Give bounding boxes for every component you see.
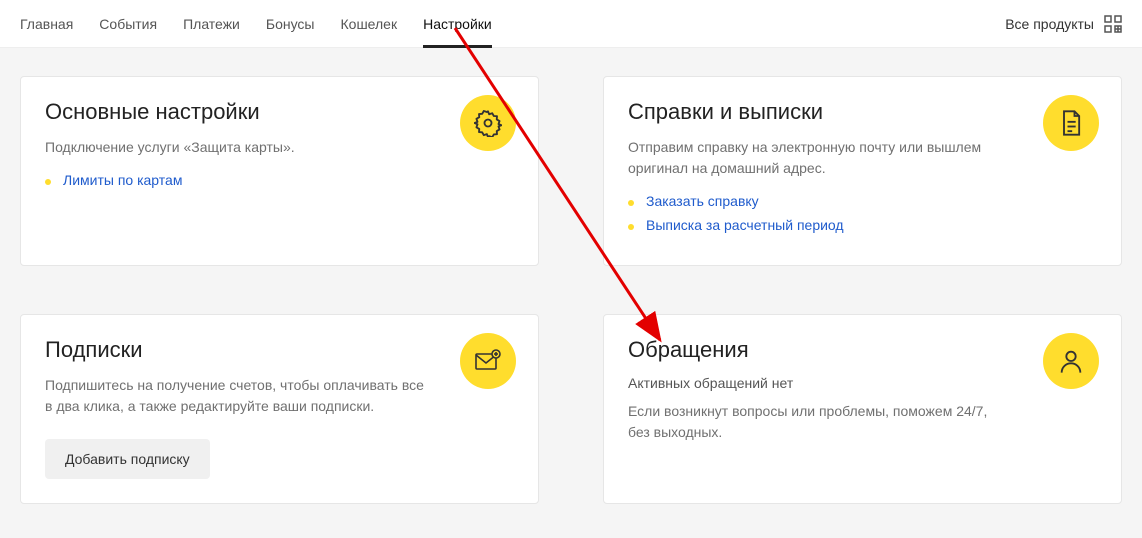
tab-main[interactable]: Главная	[20, 0, 73, 47]
all-products-link[interactable]: Все продукты	[1005, 15, 1122, 33]
envelope-plus-icon	[460, 333, 516, 389]
card-subscriptions[interactable]: Подписки Подпишитесь на получение счетов…	[20, 314, 539, 504]
tab-payments[interactable]: Платежи	[183, 0, 240, 47]
card-sub: Активных обращений нет	[628, 375, 1097, 391]
document-icon	[1043, 95, 1099, 151]
person-icon	[1043, 333, 1099, 389]
link-period-statement[interactable]: Выписка за расчетный период	[646, 217, 844, 233]
tab-events[interactable]: События	[99, 0, 157, 47]
card-desc: Подключение услуги «Защита карты».	[45, 137, 425, 158]
card-desc: Если возникнут вопросы или проблемы, пом…	[628, 401, 1008, 443]
card-links: Лимиты по картам	[45, 172, 514, 188]
tab-wallet[interactable]: Кошелек	[341, 0, 398, 47]
card-statements[interactable]: Справки и выписки Отправим справку на эл…	[603, 76, 1122, 266]
top-nav-bar: Главная События Платежи Бонусы Кошелек Н…	[0, 0, 1142, 48]
card-title: Обращения	[628, 337, 1097, 363]
card-title: Справки и выписки	[628, 99, 1097, 125]
nav-tabs: Главная События Платежи Бонусы Кошелек Н…	[20, 0, 492, 47]
link-card-limits[interactable]: Лимиты по картам	[63, 172, 182, 188]
tab-settings[interactable]: Настройки	[423, 0, 492, 47]
content-grid: Основные настройки Подключение услуги «З…	[0, 48, 1142, 524]
gear-icon	[460, 95, 516, 151]
card-desc: Отправим справку на электронную почту ил…	[628, 137, 1008, 179]
card-links: Заказать справку Выписка за расчетный пе…	[628, 193, 1097, 233]
link-order-statement[interactable]: Заказать справку	[646, 193, 759, 209]
card-requests[interactable]: Обращения Активных обращений нет Если во…	[603, 314, 1122, 504]
card-desc: Подпишитесь на получение счетов, чтобы о…	[45, 375, 425, 417]
grid-icon	[1104, 15, 1122, 33]
add-subscription-button[interactable]: Добавить подписку	[45, 439, 210, 479]
tab-bonuses[interactable]: Бонусы	[266, 0, 315, 47]
card-title: Подписки	[45, 337, 514, 363]
all-products-label: Все продукты	[1005, 16, 1094, 32]
card-main-settings[interactable]: Основные настройки Подключение услуги «З…	[20, 76, 539, 266]
card-title: Основные настройки	[45, 99, 514, 125]
